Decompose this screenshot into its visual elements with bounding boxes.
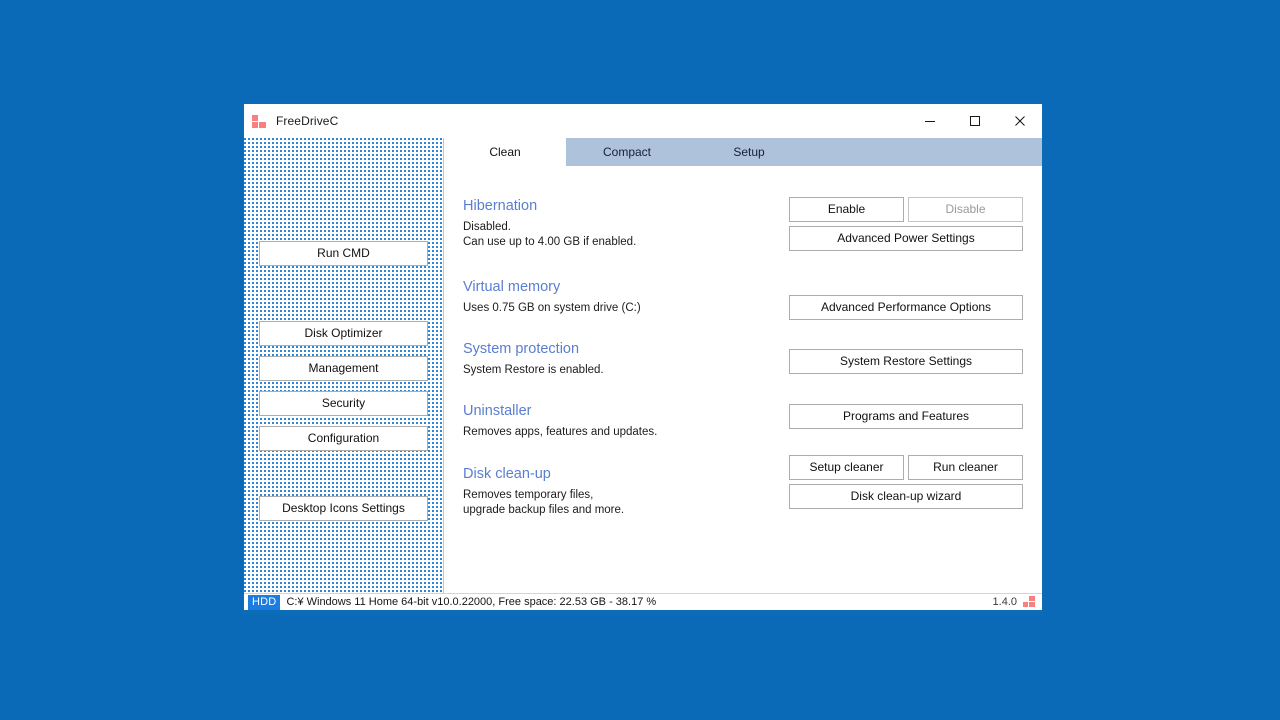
content-area: Clean Compact Setup Hibernation Disabled… — [444, 138, 1042, 593]
title-bar-drag-region[interactable]: FreeDriveC — [244, 104, 907, 138]
application-window: FreeDriveC Run CMD Disk Optimizer Manage… — [243, 103, 1043, 615]
disk-cleanup-button-row: Setup cleaner Run cleaner — [789, 455, 1023, 480]
minimize-icon — [924, 115, 936, 127]
section-uninstaller: Uninstaller Removes apps, features and u… — [463, 402, 769, 440]
app-squares-icon — [1023, 596, 1036, 608]
run-cleaner-button[interactable]: Run cleaner — [908, 455, 1023, 480]
window-controls — [907, 104, 1042, 138]
system-protection-title: System protection — [463, 341, 580, 357]
disk-cleanup-wizard-button[interactable]: Disk clean-up wizard — [789, 484, 1023, 509]
window-body: Run CMD Disk Optimizer Management Securi… — [244, 138, 1042, 593]
hibernation-title: Hibernation — [463, 198, 538, 214]
title-bar: FreeDriveC — [244, 104, 1042, 138]
sidebar-button-run-cmd[interactable]: Run CMD — [259, 241, 428, 266]
clean-tab-panel: Hibernation Disabled. Can use up to 4.00… — [444, 167, 1042, 593]
system-protection-description: System Restore is enabled. — [463, 364, 604, 376]
enable-button[interactable]: Enable — [789, 197, 904, 222]
section-hibernation: Hibernation Disabled. Can use up to 4.00… — [463, 197, 769, 250]
uninstaller-title: Uninstaller — [463, 403, 532, 419]
advanced-performance-options-button[interactable]: Advanced Performance Options — [789, 295, 1023, 320]
window-title: FreeDriveC — [276, 114, 339, 128]
sidebar-button-desktop-icons-settings[interactable]: Desktop Icons Settings — [259, 496, 428, 521]
sidebar-button-management[interactable]: Management — [259, 356, 428, 381]
section-system-protection: System protection System Restore is enab… — [463, 340, 769, 378]
tab-compact[interactable]: Compact — [566, 138, 688, 166]
programs-and-features-button[interactable]: Programs and Features — [789, 404, 1023, 429]
sidebar-button-configuration[interactable]: Configuration — [259, 426, 428, 451]
version-label: 1.4.0 — [992, 596, 1017, 608]
disk-cleanup-description: Removes temporary files, upgrade backup … — [463, 489, 625, 516]
sidebar: Run CMD Disk Optimizer Management Securi… — [244, 138, 444, 593]
maximize-button[interactable] — [952, 104, 997, 138]
close-button[interactable] — [997, 104, 1042, 138]
action-column: Enable Disable Advanced Power Settings A… — [769, 197, 1042, 593]
section-virtual-memory: Virtual memory Uses 0.75 GB on system dr… — [463, 278, 769, 316]
disable-button: Disable — [908, 197, 1023, 222]
system-restore-settings-button[interactable]: System Restore Settings — [789, 349, 1023, 374]
status-badge-hdd: HDD — [248, 594, 281, 610]
status-bar: HDD C:¥ Windows 11 Home 64-bit v10.0.220… — [244, 593, 1042, 614]
advanced-power-settings-button[interactable]: Advanced Power Settings — [789, 226, 1023, 251]
close-icon — [1014, 115, 1026, 127]
app-squares-icon — [252, 114, 267, 128]
minimize-button[interactable] — [907, 104, 952, 138]
info-column: Hibernation Disabled. Can use up to 4.00… — [444, 197, 769, 593]
tab-strip: Clean Compact Setup — [444, 138, 1042, 167]
tab-setup[interactable]: Setup — [688, 138, 810, 166]
setup-cleaner-button[interactable]: Setup cleaner — [789, 455, 904, 480]
hibernation-button-row: Enable Disable — [789, 197, 1023, 222]
status-bar-text: C:¥ Windows 11 Home 64-bit v10.0.22000, … — [286, 596, 657, 608]
disk-cleanup-title: Disk clean-up — [463, 466, 551, 482]
sidebar-button-disk-optimizer[interactable]: Disk Optimizer — [259, 321, 428, 346]
virtual-memory-title: Virtual memory — [463, 279, 561, 295]
sidebar-button-security[interactable]: Security — [259, 391, 428, 416]
uninstaller-description: Removes apps, features and updates. — [463, 426, 658, 438]
tab-clean[interactable]: Clean — [444, 138, 566, 166]
virtual-memory-description: Uses 0.75 GB on system drive (C:) — [463, 302, 641, 314]
section-disk-cleanup: Disk clean-up Removes temporary files, u… — [463, 465, 769, 518]
maximize-icon — [969, 115, 981, 127]
hibernation-description: Disabled. Can use up to 4.00 GB if enabl… — [463, 221, 637, 248]
